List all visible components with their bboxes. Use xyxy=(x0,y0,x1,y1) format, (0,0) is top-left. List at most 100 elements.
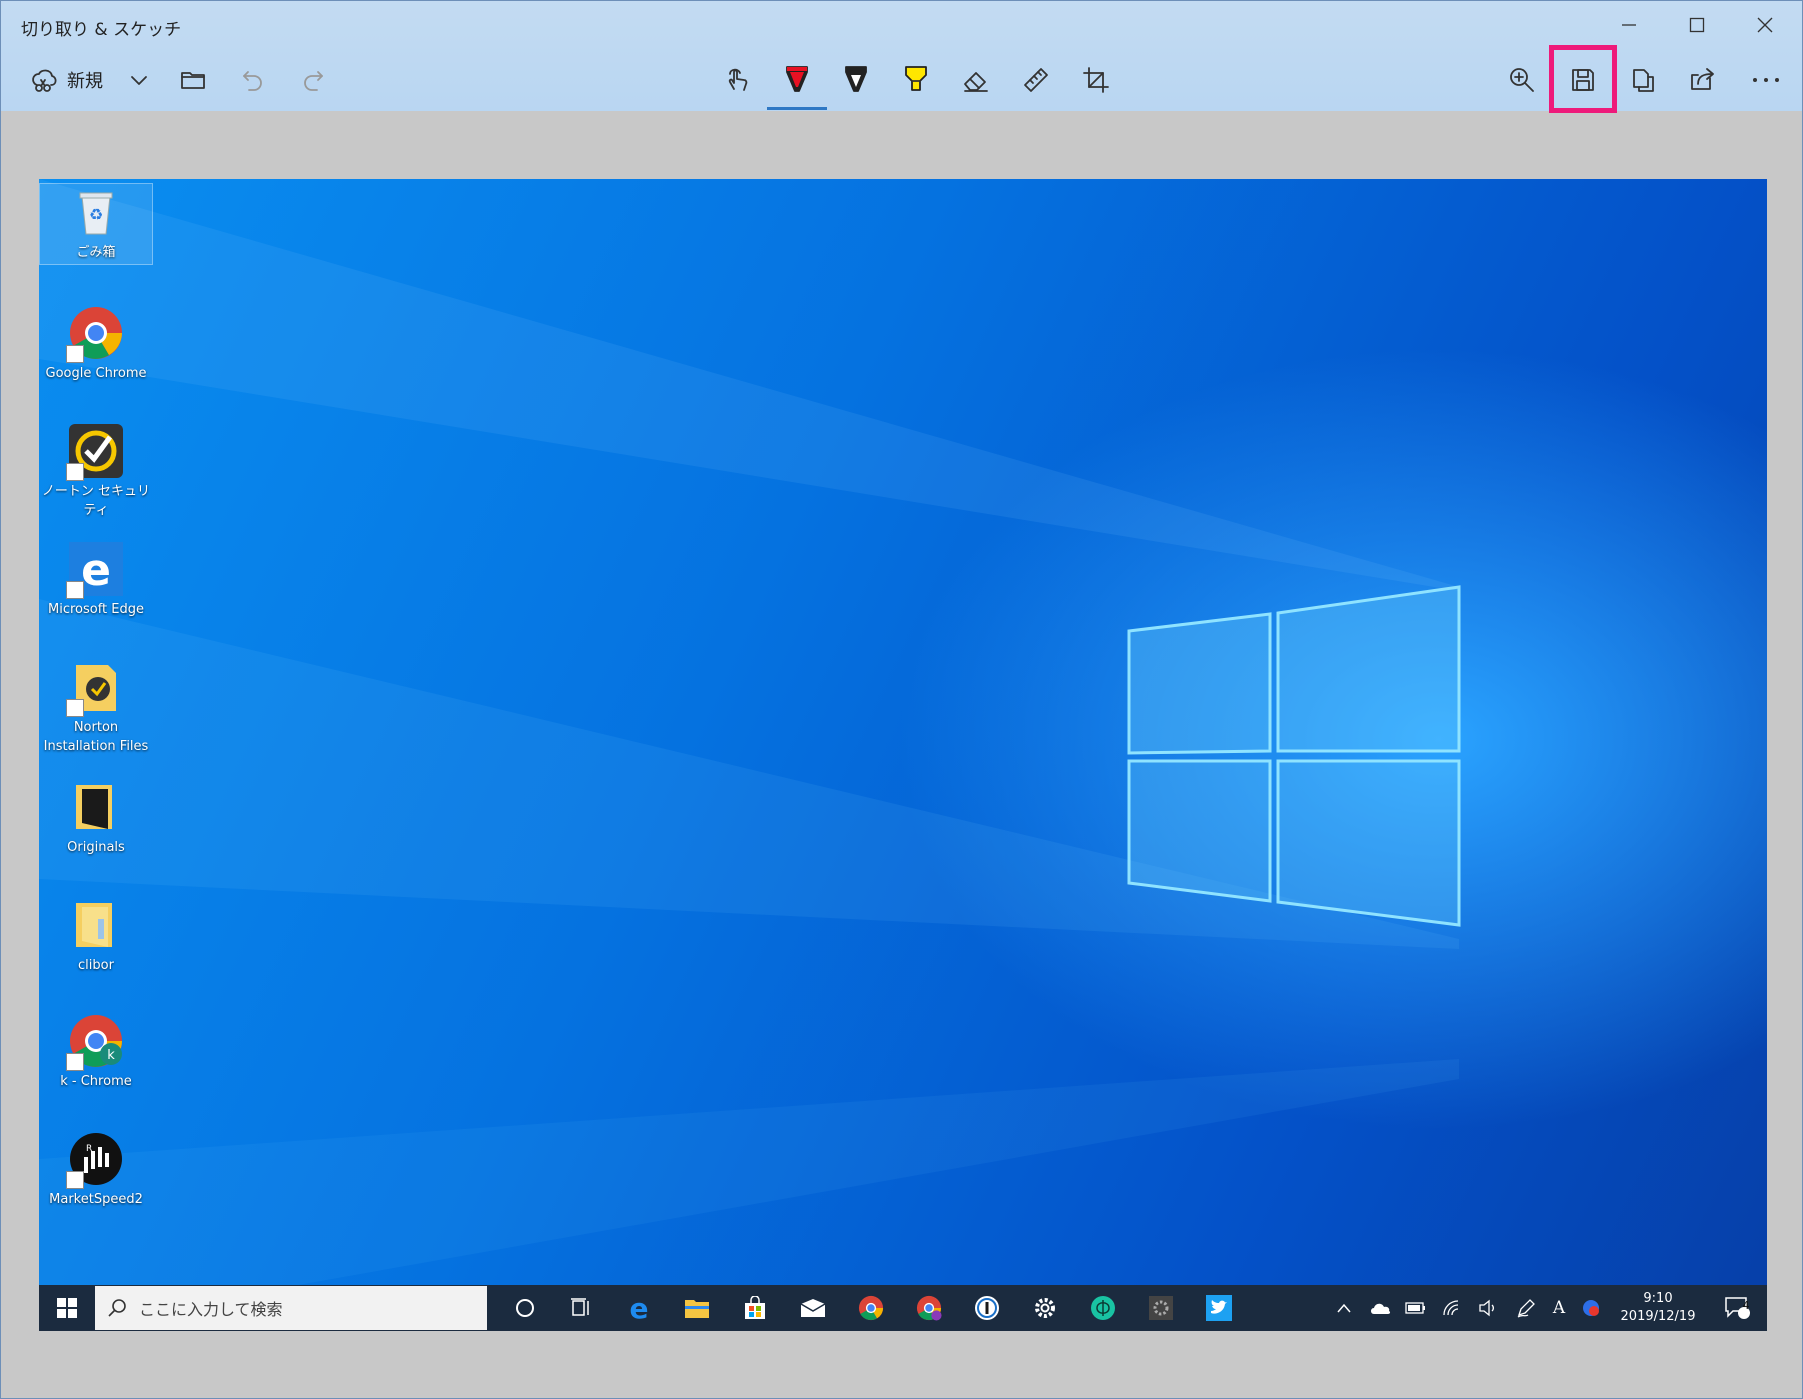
twitter-icon xyxy=(1206,1295,1232,1321)
tray-clock[interactable]: 9:10 2019/12/19 xyxy=(1613,1285,1703,1331)
gear-app-icon xyxy=(1149,1296,1173,1320)
search-placeholder: ここに入力して検索 xyxy=(139,1300,283,1319)
copy-button[interactable] xyxy=(1618,55,1668,105)
redo-button[interactable] xyxy=(293,55,333,105)
folder-dark-icon xyxy=(68,779,124,835)
taskbar-chrome-profile[interactable] xyxy=(901,1285,957,1331)
desktop-icon-recycle-bin[interactable]: ♻ ごみ箱 xyxy=(39,183,153,265)
search-icon xyxy=(108,1299,126,1317)
tray-app[interactable] xyxy=(1575,1285,1607,1331)
svg-text:k: k xyxy=(107,1048,115,1063)
start-button[interactable] xyxy=(39,1285,95,1331)
desktop-icon-norton-security[interactable]: ノートン セキュリティ xyxy=(39,423,153,520)
taskbar-1password[interactable] xyxy=(959,1285,1015,1331)
zoom-button[interactable] xyxy=(1497,55,1547,105)
taskbar-edge[interactable]: e xyxy=(611,1285,667,1331)
active-tool-indicator xyxy=(767,107,827,110)
tray-battery[interactable] xyxy=(1399,1285,1433,1331)
ballpoint-pen-button[interactable] xyxy=(771,55,823,105)
taskbar-gear-app[interactable] xyxy=(1133,1285,1189,1331)
edge-icon: e xyxy=(66,541,124,599)
store-icon xyxy=(745,1296,765,1319)
desktop-icon-originals[interactable]: Originals xyxy=(39,779,153,857)
desktop-icon-label: ノートン セキュリティ xyxy=(41,484,151,518)
taskbar-search-box[interactable]: ここに入力して検索 xyxy=(95,1286,487,1330)
chevron-down-icon xyxy=(131,76,147,85)
svg-text:e: e xyxy=(630,1294,649,1322)
chrome-icon xyxy=(66,305,124,363)
close-button[interactable] xyxy=(1735,7,1795,43)
shortcut-arrow-icon xyxy=(66,1053,84,1071)
save-button-highlight xyxy=(1549,45,1617,113)
cortana-button[interactable] xyxy=(497,1285,553,1331)
desktop-icon-norton-installation-files[interactable]: Norton Installation Files xyxy=(39,659,153,756)
snip-canvas[interactable]: ♻ ごみ箱 Google Chrome ノートン セキュリティ e Micros… xyxy=(39,179,1767,1331)
touch-writing-button[interactable] xyxy=(713,55,763,105)
redo-icon xyxy=(304,71,323,91)
tray-onedrive[interactable] xyxy=(1363,1285,1397,1331)
ruler-icon xyxy=(1024,68,1048,92)
new-snip-label: 新規 xyxy=(67,71,103,92)
taskbar-file-explorer[interactable] xyxy=(669,1285,725,1331)
task-view-button[interactable] xyxy=(553,1285,609,1331)
chrome-profile-icon: k xyxy=(66,1013,124,1071)
eraser-icon xyxy=(964,72,988,92)
ruler-button[interactable] xyxy=(1011,55,1061,105)
norton-icon xyxy=(66,423,124,481)
maximize-button[interactable] xyxy=(1667,7,1727,43)
shortcut-arrow-icon xyxy=(66,581,84,599)
snip-sketch-window: 切り取り & スケッチ 新規 ♻ ごみ箱 Google Chrome ノートン … xyxy=(0,0,1803,1399)
minimize-icon xyxy=(1622,24,1636,26)
desktop-icon-label: ごみ箱 xyxy=(76,245,116,260)
windows-start-icon xyxy=(57,1298,77,1318)
eraser-button[interactable] xyxy=(951,55,1001,105)
share-button[interactable] xyxy=(1678,55,1728,105)
tray-ime[interactable]: A xyxy=(1545,1285,1573,1331)
highlighter-button[interactable] xyxy=(891,55,941,105)
taskbar-mail[interactable] xyxy=(785,1285,841,1331)
highlighter-icon xyxy=(905,66,927,91)
action-center-button[interactable]: 4 xyxy=(1715,1285,1759,1331)
clock-date: 2019/12/19 xyxy=(1620,1309,1696,1324)
pencil-icon xyxy=(845,66,867,92)
desktop-icon-marketspeed2[interactable]: R MarketSpeed2 xyxy=(39,1131,153,1209)
notification-count: 4 xyxy=(1742,1299,1750,1312)
title-bar: 切り取り & スケッチ 新規 xyxy=(1,1,1802,113)
battery-icon xyxy=(1405,1302,1425,1314)
more-icon xyxy=(1753,78,1779,82)
taskbar-neural-app[interactable] xyxy=(1075,1285,1131,1331)
svg-text:R: R xyxy=(86,1144,92,1154)
more-button[interactable] xyxy=(1738,55,1794,105)
shortcut-arrow-icon xyxy=(66,1171,84,1189)
open-file-button[interactable] xyxy=(173,55,213,105)
crop-button[interactable] xyxy=(1071,55,1121,105)
folder-icon xyxy=(181,72,205,89)
tray-wifi[interactable] xyxy=(1435,1285,1469,1331)
taskbar-store[interactable] xyxy=(727,1285,783,1331)
new-snip-dropdown[interactable] xyxy=(119,55,159,105)
minimize-button[interactable] xyxy=(1599,7,1659,43)
new-snip-button[interactable]: 新規 xyxy=(21,55,111,105)
taskbar-twitter[interactable] xyxy=(1191,1285,1247,1331)
taskbar-chrome[interactable] xyxy=(843,1285,899,1331)
volume-icon xyxy=(1479,1299,1494,1317)
desktop-icon-google-chrome[interactable]: Google Chrome xyxy=(39,305,153,383)
desktop-icon-k-chrome[interactable]: k k - Chrome xyxy=(39,1013,153,1091)
pencil-button[interactable] xyxy=(831,55,881,105)
svg-text:e: e xyxy=(81,545,111,596)
tray-volume[interactable] xyxy=(1471,1285,1505,1331)
taskbar-settings[interactable] xyxy=(1017,1285,1073,1331)
tray-pen[interactable] xyxy=(1509,1285,1543,1331)
desktop-icon-clibor[interactable]: clibor xyxy=(39,897,153,975)
recycle-bin-icon: ♻ xyxy=(68,184,124,240)
undo-button[interactable] xyxy=(233,55,273,105)
app-tray-icon xyxy=(1583,1300,1599,1316)
desktop-icon-microsoft-edge[interactable]: e Microsoft Edge xyxy=(39,541,153,619)
pen-icon xyxy=(1517,1299,1535,1318)
desktop-icon-label: Originals xyxy=(67,840,125,855)
close-icon xyxy=(1757,17,1773,33)
tray-overflow[interactable] xyxy=(1329,1285,1359,1331)
share-icon xyxy=(1691,68,1714,90)
task-view-icon xyxy=(571,1298,589,1316)
chrome-profile-icon xyxy=(916,1295,942,1321)
